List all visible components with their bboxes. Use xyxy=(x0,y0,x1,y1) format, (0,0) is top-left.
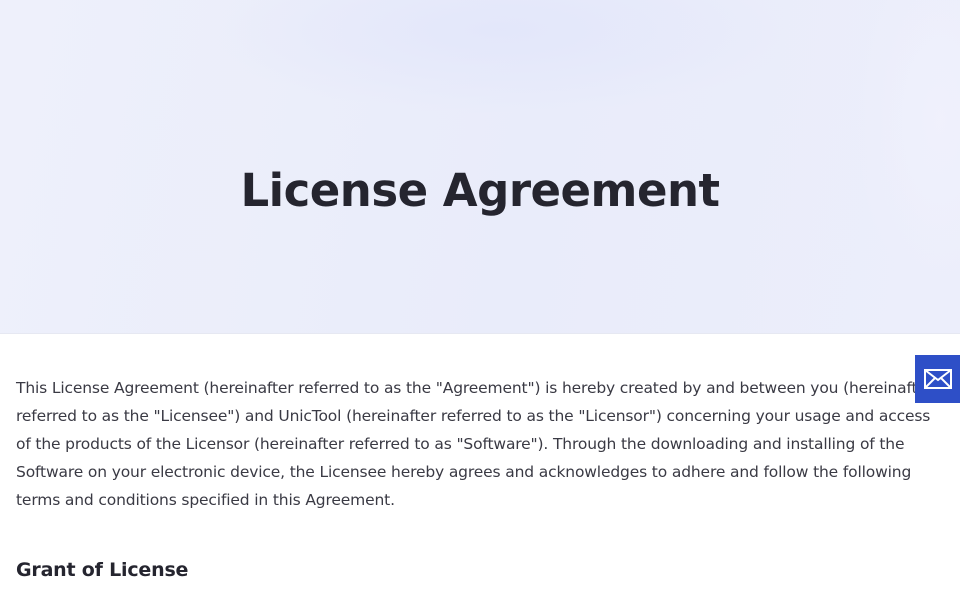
mail-icon xyxy=(923,369,952,389)
intro-paragraph: This License Agreement (hereinafter refe… xyxy=(16,379,934,509)
contact-email-button[interactable] xyxy=(915,355,960,403)
agreement-content: This License Agreement (hereinafter refe… xyxy=(16,374,936,514)
hero-banner: License Agreement xyxy=(0,0,960,334)
section-heading-grant-of-license: Grant of License xyxy=(16,559,189,581)
page-title: License Agreement xyxy=(240,164,720,217)
